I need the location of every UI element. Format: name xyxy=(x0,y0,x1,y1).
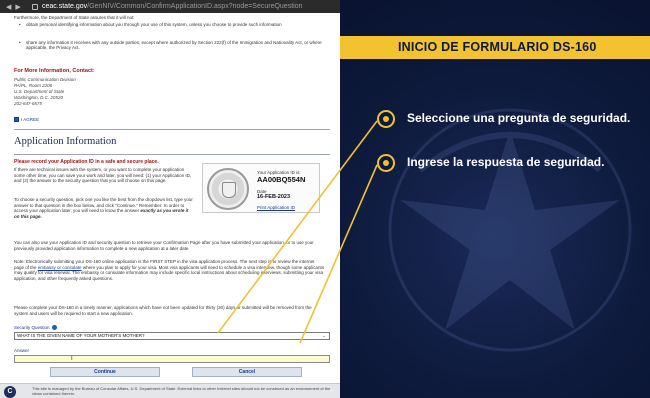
contact-line: PA/PL, Room 2206 xyxy=(14,83,53,88)
security-question-select[interactable]: WHAT IS THE GIVEN NAME OF YOUR MOTHER'S … xyxy=(14,332,330,340)
contact-line: Washington, D.C. 20520 xyxy=(14,95,63,100)
address-bar[interactable]: ◀ ▶ ceac.state.gov /GenNIV/Common/Confir… xyxy=(0,0,340,13)
answer-label: Answer xyxy=(14,348,30,353)
browser-window: ◀ ▶ ceac.state.gov /GenNIV/Common/Confir… xyxy=(0,0,340,398)
contact-heading: For More Information, Contact: xyxy=(14,68,95,74)
back-arrow-icon[interactable]: ◀ xyxy=(6,3,11,11)
security-question-label: Security Question xyxy=(14,325,57,331)
privacy-bullet-1: obtain personal identifying information … xyxy=(14,22,324,28)
cancel-button[interactable]: Cancel xyxy=(192,367,302,377)
footer: C This site is managed by the Bureau of … xyxy=(0,383,340,398)
security-question-instructions: To choose a security question, pick one … xyxy=(14,197,194,219)
checkbox-checked-icon[interactable] xyxy=(14,117,19,123)
security-question-value: WHAT IS THE GIVEN NAME OF YOUR MOTHER'S … xyxy=(17,333,145,338)
divider xyxy=(14,154,330,155)
url-path: /GenNIV/Common/ConfirmApplicationID.aspx… xyxy=(87,3,303,10)
footer-text: This site is managed by the Bureau of Co… xyxy=(32,386,331,396)
ds160-page: Furthermore, the Department of State ass… xyxy=(14,13,332,398)
continue-button[interactable]: Continue xyxy=(50,367,160,377)
contact-line: U.S. Department of State xyxy=(14,89,65,94)
instructions-paragraph: If there are technical issues with the s… xyxy=(14,167,192,184)
embassy-consulate-link[interactable]: embassy or consulate xyxy=(38,265,82,270)
forward-arrow-icon[interactable]: ▶ xyxy=(15,3,20,11)
contact-line: Public Communication Division xyxy=(14,77,76,82)
application-id-box: Your Application ID is: AA00BQ554N Date … xyxy=(202,163,320,213)
agree-label: I AGREE xyxy=(21,117,40,122)
url-host: ceac.state.gov xyxy=(42,3,88,10)
presentation-panel: INICIO DE FORMULARIO DS-160 Seleccione u… xyxy=(340,0,650,398)
timely-completion-paragraph: Please complete your DS-160 in a timely … xyxy=(14,305,312,316)
instruction-select-question: Seleccione una pregunta de seguridad. xyxy=(407,111,631,125)
agree-checkbox[interactable]: I AGREE xyxy=(14,117,39,123)
text-cursor-icon: I xyxy=(71,356,73,362)
privacy-bullet-2: share any information it receives with a… xyxy=(14,40,324,51)
browser-nav-buttons: ◀ ▶ xyxy=(6,3,32,11)
security-question-label-text: Security Question xyxy=(14,325,50,330)
record-heading: Please record your Application ID in a s… xyxy=(14,159,159,165)
banner-title: INICIO DE FORMULARIO DS-160 xyxy=(398,40,597,54)
eagle-seal-watermark-icon xyxy=(388,108,632,352)
contact-line: 202-647-6575 xyxy=(14,101,43,106)
screen: ◀ ▶ ceac.state.gov /GenNIV/Common/Confir… xyxy=(0,0,650,398)
retrieve-info-paragraph: You can also use your Application ID and… xyxy=(14,240,314,251)
department-of-state-seal xyxy=(207,168,249,210)
date-value: 16-FEB-2023 xyxy=(257,194,291,200)
bullet-ring-icon xyxy=(377,110,395,128)
application-id-value: AA00BQ554N xyxy=(257,175,306,184)
answer-input[interactable]: I xyxy=(14,355,330,363)
ceac-logo-icon: C xyxy=(4,386,16,398)
chevron-down-icon[interactable]: ⌄ xyxy=(322,333,326,339)
instruction-enter-answer: Ingrese la respuesta de seguridad. xyxy=(407,155,605,169)
print-application-id-link[interactable]: Print Application ID xyxy=(257,205,295,211)
help-icon[interactable] xyxy=(51,325,57,331)
intro-text: Furthermore, the Department of State ass… xyxy=(14,15,135,20)
page-title: Application Information xyxy=(14,136,117,147)
title-banner: INICIO DE FORMULARIO DS-160 xyxy=(340,36,650,59)
divider xyxy=(14,129,330,130)
next-step-note: Note: Electronically submitting your DS-… xyxy=(14,259,324,281)
lock-icon xyxy=(32,3,38,10)
bullet-ring-icon xyxy=(377,154,395,172)
